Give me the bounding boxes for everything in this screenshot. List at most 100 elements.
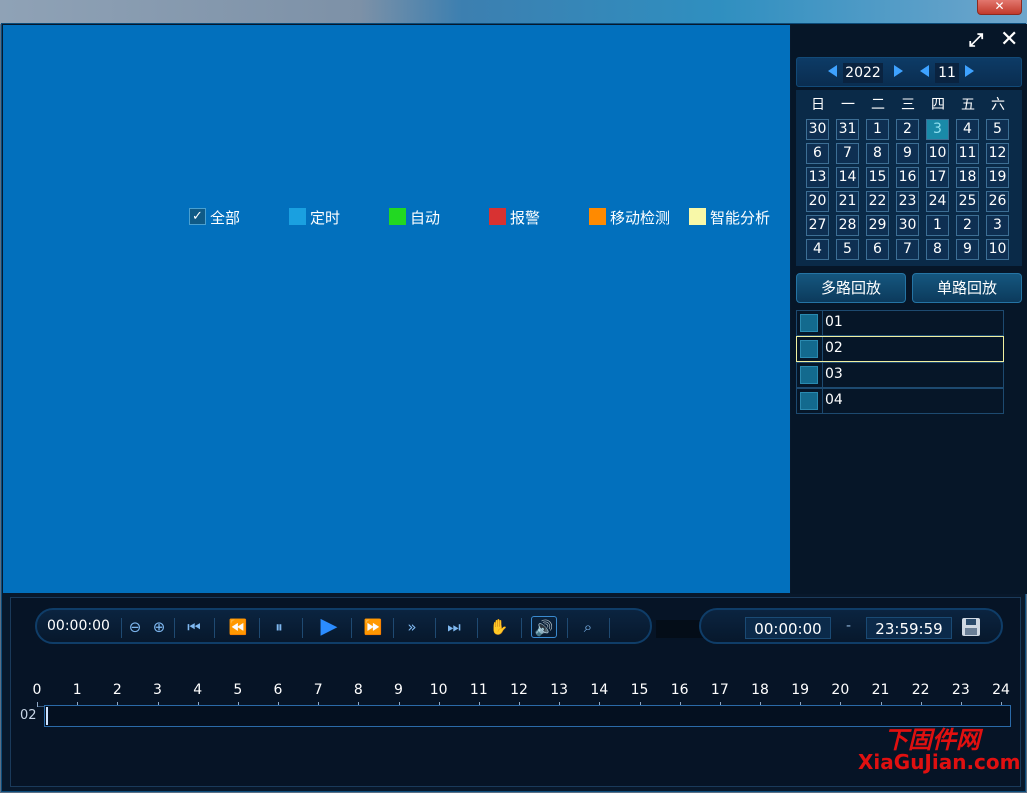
legend-swatch[interactable] <box>489 208 506 225</box>
calendar-day[interactable]: 6 <box>806 143 829 164</box>
calendar-day[interactable]: 7 <box>896 239 919 260</box>
calendar-day[interactable]: 3 <box>986 215 1009 236</box>
zoom-in-icon[interactable]: ⊕ <box>148 616 170 638</box>
end-second[interactable]: 59 <box>924 620 943 638</box>
hand-drag-icon[interactable]: ✋ <box>488 616 510 638</box>
window-close-button[interactable]: ✕ <box>977 0 1022 15</box>
divider <box>477 618 478 638</box>
calendar-day[interactable]: 9 <box>896 143 919 164</box>
zoom-out-icon[interactable]: ⊖ <box>124 616 146 638</box>
end-hour[interactable]: 23 <box>875 620 894 638</box>
calendar-day[interactable]: 10 <box>986 239 1009 260</box>
hour-tick <box>37 702 38 707</box>
start-time-field[interactable]: 00:00:00 <box>745 617 831 639</box>
calendar-day[interactable]: 5 <box>986 119 1009 140</box>
calendar-day[interactable]: 2 <box>956 215 979 236</box>
pause-icon[interactable]: ⏸ <box>268 616 290 638</box>
legend-label: 自动 <box>410 209 441 227</box>
channel-checkbox[interactable] <box>800 366 818 384</box>
calendar-day[interactable]: 16 <box>896 167 919 188</box>
speed-up-icon[interactable]: » <box>401 616 423 638</box>
calendar-day[interactable]: 6 <box>866 239 889 260</box>
channel-checkbox[interactable] <box>800 314 818 332</box>
channel-row[interactable]: 04 <box>796 388 1004 414</box>
end-minute[interactable]: 59 <box>899 620 918 638</box>
channel-label: 02 <box>825 340 843 356</box>
channel-row[interactable]: 03 <box>796 362 1004 388</box>
legend-swatch[interactable] <box>689 208 706 225</box>
hour-tick-label: 3 <box>153 682 162 698</box>
hour-tick-label: 17 <box>710 682 729 698</box>
single-playback-button[interactable]: 单路回放 <box>912 273 1022 303</box>
multi-playback-button[interactable]: 多路回放 <box>796 273 906 303</box>
divider <box>393 618 394 638</box>
calendar-day[interactable]: 24 <box>926 191 949 212</box>
calendar-day[interactable]: 13 <box>806 167 829 188</box>
timeline-cursor[interactable] <box>46 707 48 725</box>
calendar-day[interactable]: 2 <box>896 119 919 140</box>
divider <box>351 618 352 638</box>
calendar-day[interactable]: 28 <box>836 215 859 236</box>
calendar-day[interactable]: 3 <box>926 119 949 140</box>
calendar-day[interactable]: 23 <box>896 191 919 212</box>
calendar-day[interactable]: 11 <box>956 143 979 164</box>
calendar-day[interactable]: 1 <box>866 119 889 140</box>
calendar-day[interactable]: 12 <box>986 143 1009 164</box>
prev-year-icon[interactable] <box>828 65 837 77</box>
calendar-day[interactable]: 30 <box>806 119 829 140</box>
calendar-day[interactable]: 7 <box>836 143 859 164</box>
next-month-icon[interactable] <box>965 65 974 77</box>
calendar-day[interactable]: 18 <box>956 167 979 188</box>
start-hour[interactable]: 00 <box>754 620 773 638</box>
calendar-day[interactable]: 26 <box>986 191 1009 212</box>
calendar-day[interactable]: 27 <box>806 215 829 236</box>
channel-row[interactable]: 02 <box>796 336 1004 362</box>
weekday-header: 二 <box>871 97 885 113</box>
calendar-day[interactable]: 30 <box>896 215 919 236</box>
start-minute[interactable]: 00 <box>778 620 797 638</box>
calendar-day[interactable]: 31 <box>836 119 859 140</box>
legend-swatch[interactable] <box>589 208 606 225</box>
skip-to-start-icon[interactable]: ⏮ <box>183 616 205 638</box>
channel-row[interactable]: 01 <box>796 310 1004 336</box>
skip-to-end-icon[interactable]: ⏭ <box>443 616 465 638</box>
calendar-day[interactable]: 9 <box>956 239 979 260</box>
calendar-day[interactable]: 21 <box>836 191 859 212</box>
calendar-day[interactable]: 17 <box>926 167 949 188</box>
video-display[interactable] <box>3 25 790 593</box>
rewind-icon[interactable]: ⏪ <box>227 616 249 638</box>
channel-checkbox[interactable] <box>800 340 818 358</box>
start-second[interactable]: 00 <box>803 620 822 638</box>
calendar-day[interactable]: 8 <box>926 239 949 260</box>
calendar-day[interactable]: 25 <box>956 191 979 212</box>
channel-checkbox[interactable] <box>800 392 818 410</box>
calendar-day[interactable]: 29 <box>866 215 889 236</box>
legend-swatch[interactable] <box>389 208 406 225</box>
close-icon[interactable]: ✕ <box>1000 27 1018 52</box>
calendar-day[interactable]: 14 <box>836 167 859 188</box>
calendar-grid: 日一二三四五六 30 31 1 2 3 4 5 6 7 8 9 10 11 12 13 14 15 16 17 18 19… <box>796 90 1022 266</box>
volume-icon[interactable]: 🔊 <box>531 616 557 638</box>
calendar-day[interactable]: 8 <box>866 143 889 164</box>
calendar-day[interactable]: 15 <box>866 167 889 188</box>
calendar-day[interactable]: 4 <box>956 119 979 140</box>
check-icon[interactable]: ✓ <box>189 208 206 225</box>
calendar-day[interactable]: 20 <box>806 191 829 212</box>
calendar-day[interactable]: 19 <box>986 167 1009 188</box>
fast-forward-icon[interactable]: ⏩ <box>362 616 384 638</box>
prev-month-icon[interactable] <box>920 65 929 77</box>
calendar-day[interactable]: 5 <box>836 239 859 260</box>
legend-swatch[interactable] <box>289 208 306 225</box>
next-year-icon[interactable] <box>894 65 903 77</box>
calendar-day[interactable]: 22 <box>866 191 889 212</box>
save-icon[interactable] <box>961 617 981 637</box>
calendar-day[interactable]: 1 <box>926 215 949 236</box>
end-time-field[interactable]: 23:59:59 <box>866 617 952 639</box>
timeline-track[interactable] <box>44 705 1011 727</box>
calendar-day[interactable]: 10 <box>926 143 949 164</box>
calendar-day[interactable]: 4 <box>806 239 829 260</box>
search-icon[interactable]: ⌕ <box>577 616 599 638</box>
play-icon[interactable]: ▶ <box>318 616 340 638</box>
fullscreen-icon[interactable]: ⤢ <box>969 30 983 51</box>
time-range-bar: 00:00:00 - 23:59:59 <box>699 608 1003 644</box>
